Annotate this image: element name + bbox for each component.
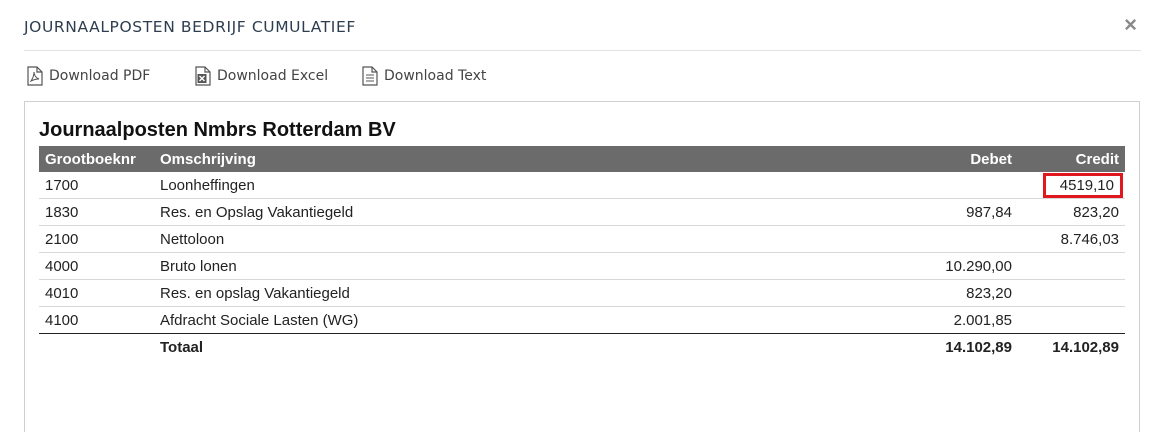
- download-pdf-button[interactable]: Download PDF: [26, 66, 150, 86]
- cell-debet: 987,84: [866, 198, 1018, 226]
- total-row: Totaal 14.102,89 14.102,89: [39, 334, 1125, 361]
- download-text-label: Download Text: [384, 68, 487, 84]
- report-title: Journaalposten Nmbrs Rotterdam BV: [39, 119, 396, 141]
- cell-nr: 2100: [39, 225, 154, 253]
- cell-desc: Res. en opslag Vakantiegeld: [154, 279, 866, 307]
- cell-desc: Res. en Opslag Vakantiegeld: [154, 198, 866, 226]
- total-label: Totaal: [160, 338, 204, 356]
- cell-desc: Bruto lonen: [154, 252, 866, 280]
- cell-debet: 2.001,85: [866, 306, 1018, 334]
- cell-credit: 8.746,03: [1018, 225, 1125, 253]
- download-pdf-label: Download PDF: [49, 68, 151, 84]
- table-row: 4000 Bruto lonen 10.290,00: [39, 252, 1125, 280]
- cell-nr: 4100: [39, 306, 154, 334]
- cell-desc: Nettoloon: [154, 225, 866, 253]
- highlighted-credit-value: 4519,10: [1042, 172, 1123, 198]
- cell-nr: 4010: [39, 279, 154, 307]
- download-text-button[interactable]: Download Text: [361, 66, 486, 86]
- cell-credit: 823,20: [1018, 198, 1125, 226]
- cell-debet: 10.290,00: [866, 252, 1018, 280]
- cell-credit: [1018, 279, 1125, 307]
- cell-debet: 823,20: [866, 279, 1018, 307]
- cell-debet: [866, 225, 1018, 253]
- modal-header: JOURNAALPOSTEN BEDRIJF CUMULATIEF ×: [24, 0, 1141, 51]
- table-row: 4100 Afdracht Sociale Lasten (WG) 2.001,…: [39, 306, 1125, 334]
- header-debet: Debet: [970, 150, 1012, 168]
- text-file-icon: [361, 66, 379, 86]
- cell-credit: 4519,10: [1018, 172, 1125, 199]
- modal-title: JOURNAALPOSTEN BEDRIJF CUMULATIEF: [24, 18, 356, 36]
- cell-debet: [866, 172, 1018, 199]
- excel-file-icon: [194, 66, 212, 86]
- cell-credit: [1018, 252, 1125, 280]
- close-button[interactable]: ×: [1124, 14, 1137, 36]
- table-row: 2100 Nettoloon 8.746,03: [39, 225, 1125, 253]
- cell-nr: 1700: [39, 172, 154, 199]
- header-grootboeknr: Grootboeknr: [45, 150, 136, 168]
- cell-desc: Loonheffingen: [154, 172, 866, 199]
- cell-nr: 4000: [39, 252, 154, 280]
- total-credit: 14.102,89: [1052, 338, 1119, 356]
- pdf-file-icon: [26, 66, 44, 86]
- cell-credit: [1018, 306, 1125, 334]
- header-credit: Credit: [1075, 150, 1119, 168]
- table-row: 1700 Loonheffingen 4519,10: [39, 172, 1125, 199]
- cell-nr: 1830: [39, 198, 154, 226]
- download-excel-button[interactable]: Download Excel: [194, 66, 328, 86]
- cell-desc: Afdracht Sociale Lasten (WG): [154, 306, 866, 334]
- table-header-row: Grootboeknr Omschrijving Debet Credit: [39, 146, 1125, 172]
- header-omschrijving: Omschrijving: [160, 150, 256, 168]
- cell-nr: [39, 334, 154, 361]
- report-panel: Journaalposten Nmbrs Rotterdam BV Grootb…: [24, 101, 1140, 432]
- journal-table: Grootboeknr Omschrijving Debet Credit 17…: [39, 146, 1125, 360]
- table-row: 4010 Res. en opslag Vakantiegeld 823,20: [39, 279, 1125, 307]
- total-debet: 14.102,89: [945, 338, 1012, 356]
- table-row: 1830 Res. en Opslag Vakantiegeld 987,84 …: [39, 198, 1125, 226]
- download-excel-label: Download Excel: [217, 68, 329, 84]
